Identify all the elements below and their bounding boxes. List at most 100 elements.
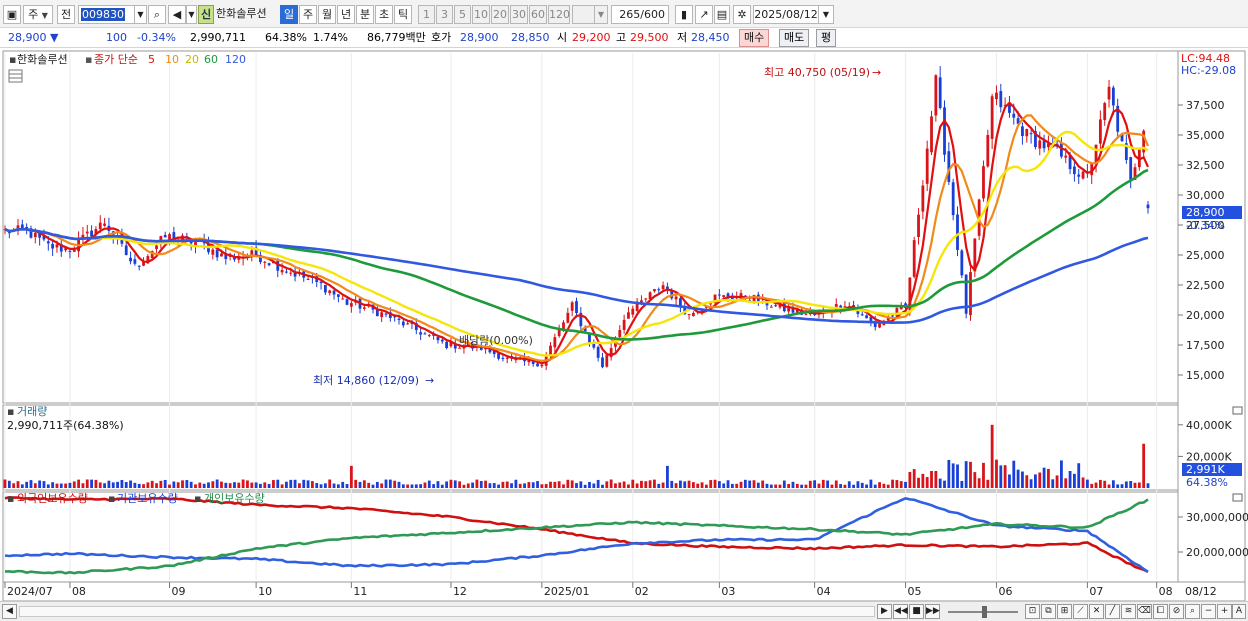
scroll-right-icon[interactable]: ▶: [877, 604, 892, 619]
overlay-icon[interactable]: ⧉: [1041, 604, 1056, 619]
volume-bar: [1094, 482, 1098, 488]
tick-dropdown-button[interactable]: ▼: [594, 5, 608, 24]
trash-icon[interactable]: ⊘: [1169, 604, 1184, 619]
text-tool-icon[interactable]: A: [1232, 604, 1246, 619]
scroll-left-icon[interactable]: ◀: [2, 604, 17, 619]
volume-bar: [765, 483, 769, 488]
calendar-dropdown-button[interactable]: ▼: [818, 5, 834, 24]
legend-bullet: ▪: [7, 492, 14, 505]
candle-body: [129, 257, 132, 262]
speaker-dropdown-button[interactable]: ▼: [186, 5, 197, 24]
holdings-panel-close-icon[interactable]: [1232, 493, 1243, 502]
volume-bar: [717, 481, 721, 488]
volume-bar: [7, 480, 11, 488]
period-selector[interactable]: 주 ▼: [23, 5, 53, 24]
volume-bar: [674, 483, 678, 488]
volume-bar: [33, 483, 37, 488]
period-button[interactable]: 일: [280, 5, 298, 24]
zoom-slider-handle[interactable]: [982, 606, 987, 618]
price-change-pct: -0.34%: [137, 31, 176, 44]
zoom-icon[interactable]: ⌕: [1185, 604, 1200, 619]
candle-body: [397, 318, 401, 320]
period-button[interactable]: 년: [337, 5, 355, 24]
volume-bar: [414, 484, 418, 488]
candle-body: [990, 96, 994, 139]
volume-bar: [1008, 474, 1011, 488]
bid-label: 호가: [431, 31, 452, 44]
candle-body: [999, 91, 1003, 108]
count-field[interactable]: 265/600: [611, 5, 669, 24]
candle-body: [458, 347, 462, 349]
minute-button[interactable]: 10: [472, 5, 490, 24]
rewind-icon[interactable]: ◀◀: [893, 604, 908, 619]
fast-forward-icon[interactable]: ▶▶: [925, 604, 940, 619]
trade-value: 86,779백만: [367, 31, 426, 44]
period-button[interactable]: 주: [299, 5, 317, 24]
dividend-annotation: 배당락(0.00%): [459, 334, 533, 347]
zoom-out-icon[interactable]: −: [1201, 604, 1216, 619]
candle-type-icon[interactable]: ▮: [675, 5, 693, 24]
search-icon[interactable]: ⌕: [148, 5, 166, 24]
minute-button[interactable]: 1: [418, 5, 435, 24]
eraser-icon[interactable]: ⌫: [1137, 604, 1152, 619]
volume-bar: [259, 483, 262, 488]
ruler-icon[interactable]: ⊞: [1057, 604, 1072, 619]
volume-bar: [856, 481, 860, 488]
date-field[interactable]: 2025/08/12: [753, 5, 819, 24]
code-dropdown-button[interactable]: ▼: [134, 5, 147, 24]
volume-bar: [588, 481, 591, 488]
volume-bar: [618, 482, 622, 488]
layout-icon[interactable]: ▣: [3, 5, 21, 24]
stock-chart[interactable]: 37,50035,00032,50030,00027,50025,00022,5…: [0, 49, 1248, 602]
trendline-icon[interactable]: ⟋: [1073, 604, 1088, 619]
candle-body: [328, 290, 332, 294]
prev-button[interactable]: 전: [57, 5, 75, 24]
minute-button[interactable]: 5: [454, 5, 471, 24]
period-button[interactable]: 초: [375, 5, 393, 24]
volume-bar: [375, 481, 379, 488]
y-tick-label: 35,000: [1186, 129, 1225, 142]
volume-bar: [1081, 477, 1085, 488]
sell-button[interactable]: 매도: [779, 29, 810, 47]
minute-button[interactable]: 120: [548, 5, 570, 24]
volume-bar: [371, 484, 375, 488]
legend-ma-title: 종가 단순: [94, 53, 138, 66]
compare-icon[interactable]: ⊡: [1025, 604, 1040, 619]
volume-bar: [973, 472, 977, 488]
volume-bar: [384, 479, 388, 488]
indicator-icon[interactable]: ↗: [695, 5, 713, 24]
legend-foreign: 외국인보유수량: [17, 492, 88, 505]
volume-bar: [704, 484, 708, 488]
evaluate-button[interactable]: 평: [816, 29, 837, 47]
minute-button[interactable]: 30: [510, 5, 528, 24]
buy-button[interactable]: 매수: [739, 29, 770, 47]
volume-bar: [59, 483, 63, 488]
volume-bar: [272, 480, 275, 488]
stock-code-input[interactable]: 009830: [78, 5, 136, 24]
save-icon[interactable]: ▤: [714, 5, 730, 24]
cross-icon[interactable]: ✕: [1089, 604, 1104, 619]
copy-icon[interactable]: ⧠: [1153, 604, 1168, 619]
minute-button[interactable]: 60: [529, 5, 547, 24]
period-button[interactable]: 월: [318, 5, 336, 24]
x-axis-area: [2, 581, 1246, 602]
minute-button[interactable]: 3: [436, 5, 453, 24]
candle-body: [406, 323, 410, 325]
volume-panel-close-icon[interactable]: [1232, 406, 1243, 415]
stop-icon[interactable]: ■: [909, 604, 924, 619]
gear-icon[interactable]: ✲: [733, 5, 751, 24]
volume-bar: [72, 481, 76, 488]
draw-line-icon[interactable]: ╱: [1105, 604, 1120, 619]
volume-bar: [241, 479, 245, 488]
volume-bar: [531, 482, 535, 488]
x-tick-label: 02: [635, 585, 649, 598]
period-button[interactable]: 틱: [394, 5, 412, 24]
period-button[interactable]: 분: [356, 5, 374, 24]
speaker-icon[interactable]: ◀: [168, 5, 186, 24]
horizontal-scrollbar[interactable]: [19, 606, 875, 617]
zoom-in-icon[interactable]: +: [1217, 604, 1232, 619]
minute-button[interactable]: 20: [491, 5, 509, 24]
candle-body: [878, 323, 881, 328]
fibonacci-icon[interactable]: ≋: [1121, 604, 1136, 619]
table-toggle-icon[interactable]: [8, 69, 23, 83]
